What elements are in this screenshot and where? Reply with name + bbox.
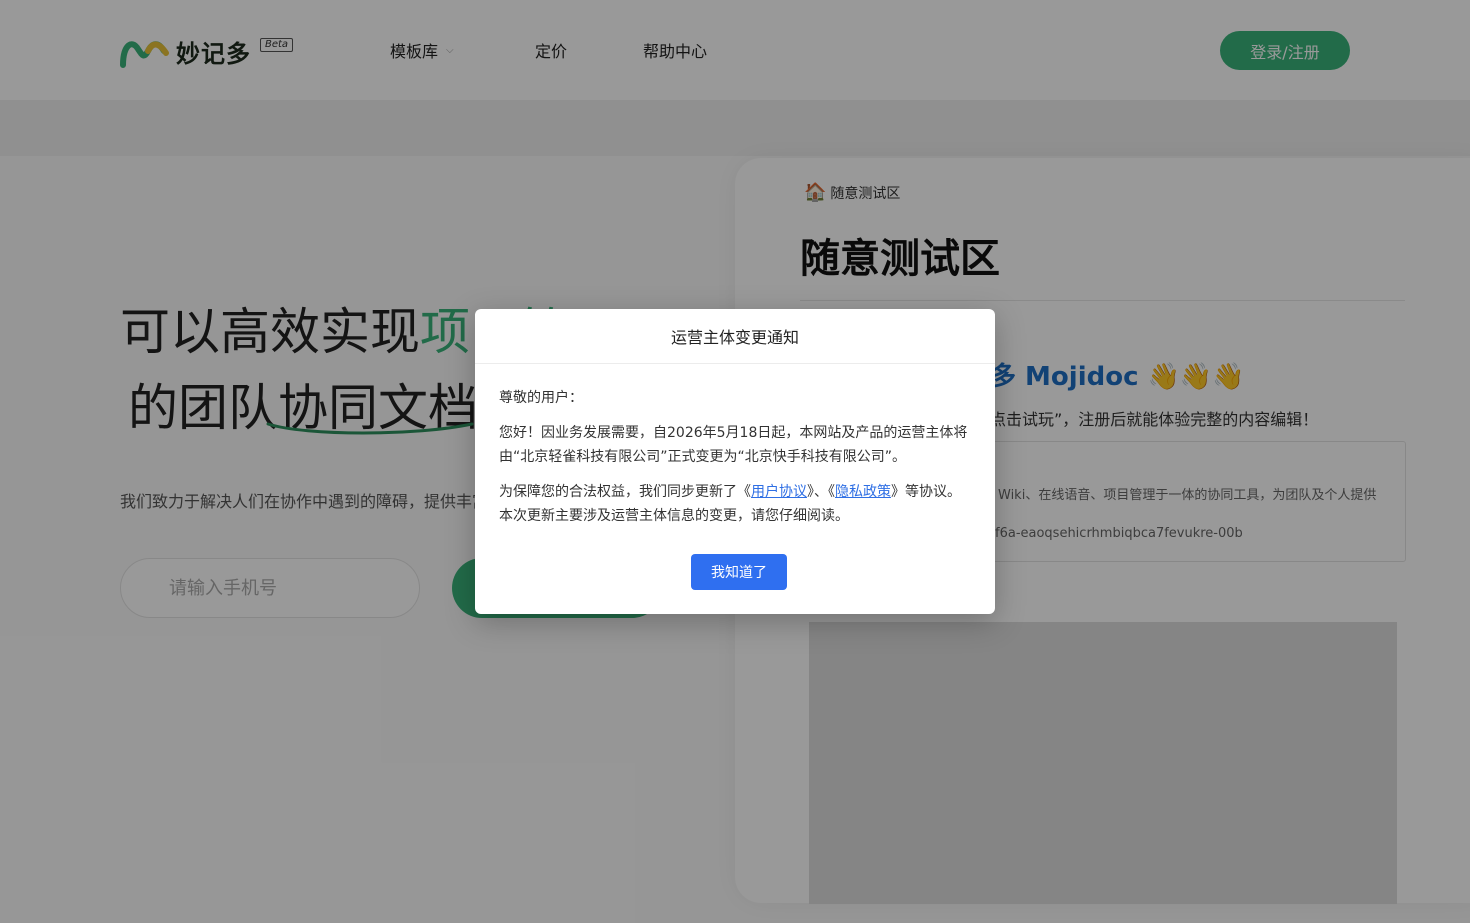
para2-mid: 》、《 xyxy=(807,484,835,500)
modal-greeting: 尊敬的用户： xyxy=(499,390,583,406)
privacy-policy-link[interactable]: 隐私政策 xyxy=(835,484,891,500)
modal-body: 尊敬的用户： 您好！因业务发展需要，自2026年5月18日起，本网站及产品的运营… xyxy=(475,364,995,528)
modal-title: 运营主体变更通知 xyxy=(475,309,995,364)
acknowledge-button[interactable]: 我知道了 xyxy=(691,554,787,590)
notice-modal: 运营主体变更通知 尊敬的用户： 您好！因业务发展需要，自2026年5月18日起，… xyxy=(475,309,995,614)
user-agreement-link[interactable]: 用户协议 xyxy=(751,484,807,500)
para2-prefix: 为保障您的合法权益，我们同步更新了《 xyxy=(499,484,751,500)
modal-paragraph-1: 您好！因业务发展需要，自2026年5月18日起，本网站及产品的运营主体将由“北京… xyxy=(499,425,968,465)
modal-paragraph-2: 为保障您的合法权益，我们同步更新了《用户协议》、《隐私政策》等协议。本次更新主要… xyxy=(499,480,971,528)
